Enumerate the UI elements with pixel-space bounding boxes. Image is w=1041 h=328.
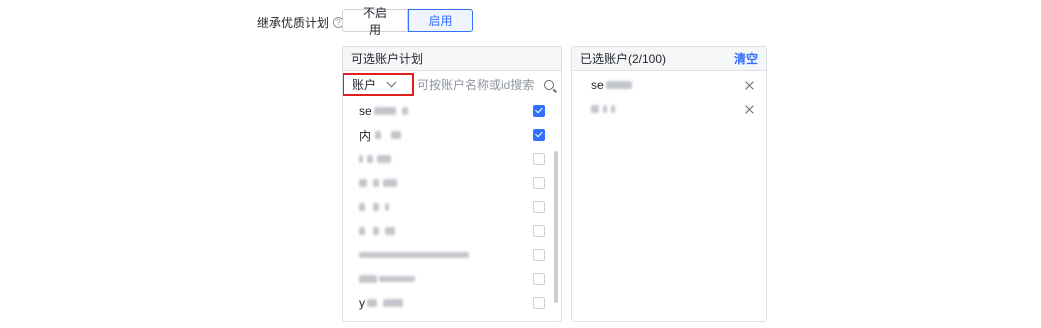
search-input[interactable]: [417, 75, 543, 95]
blurred-text: [401, 107, 408, 115]
item-checkbox[interactable]: [533, 297, 545, 309]
blurred-text: [373, 179, 379, 187]
list-item[interactable]: [343, 267, 561, 291]
clear-button[interactable]: 清空: [734, 50, 758, 67]
item-checkbox[interactable]: [533, 105, 545, 117]
blurred-text: [359, 227, 365, 235]
search-icon[interactable]: [544, 80, 554, 90]
item-checkbox[interactable]: [533, 153, 545, 165]
item-checkbox[interactable]: [533, 177, 545, 189]
list-item[interactable]: [343, 171, 561, 195]
list-item[interactable]: [343, 147, 561, 171]
list-item[interactable]: y: [343, 291, 561, 315]
selected-accounts-panel: 已选账户(2/100) 清空 se: [571, 46, 767, 322]
list-item[interactable]: 内: [343, 123, 561, 147]
item-checkbox[interactable]: [533, 273, 545, 285]
selected-list-item: [572, 97, 766, 121]
close-icon[interactable]: [745, 105, 754, 114]
blurred-text: [605, 81, 632, 89]
list-item[interactable]: se: [343, 99, 561, 123]
field-label: 继承优质计划 ?: [257, 14, 345, 31]
selected-panel-header: 已选账户(2/100) 清空: [572, 47, 766, 71]
blurred-text: [373, 227, 379, 235]
list-item[interactable]: [343, 195, 561, 219]
blurred-text: [375, 131, 382, 139]
selected-panel-title: 已选账户(2/100): [580, 52, 667, 66]
blurred-text: [359, 155, 363, 163]
enable-option-button[interactable]: 启用: [408, 9, 473, 32]
available-panel-header: 可选账户计划: [343, 47, 561, 71]
available-accounts-list: se 内 y: [343, 99, 561, 315]
item-checkbox[interactable]: [533, 225, 545, 237]
item-checkbox[interactable]: [533, 129, 545, 141]
blurred-text: [383, 299, 403, 307]
blurred-text: [385, 203, 389, 211]
list-item[interactable]: [343, 243, 561, 267]
blurred-text: [359, 252, 469, 258]
disable-option-button[interactable]: 不启用: [342, 6, 408, 37]
blurred-text: [379, 276, 415, 282]
blurred-text: [359, 203, 365, 211]
item-checkbox[interactable]: [533, 201, 545, 213]
blurred-text: [367, 155, 373, 163]
item-text: 内: [359, 128, 372, 143]
available-panel-title: 可选账户计划: [351, 52, 424, 66]
blurred-text: [591, 105, 599, 113]
item-text: y: [359, 296, 365, 310]
search-type-value: 账户: [352, 78, 377, 92]
list-scrollbar[interactable]: [554, 151, 558, 303]
selected-list-item: se: [572, 73, 766, 97]
search-row: 账户: [343, 71, 561, 99]
enable-toggle-group: 不启用 启用: [342, 6, 473, 37]
list-item[interactable]: [343, 219, 561, 243]
blurred-text: [377, 155, 391, 163]
blurred-text: [603, 105, 607, 113]
blurred-text: [611, 105, 615, 113]
item-checkbox[interactable]: [533, 249, 545, 261]
blurred-text: [367, 299, 377, 307]
chevron-down-icon: [386, 77, 397, 88]
blurred-text: [373, 107, 396, 115]
field-label-text: 继承优质计划: [257, 16, 330, 30]
blurred-text: [385, 227, 395, 235]
blurred-text: [359, 179, 367, 187]
blurred-text: [383, 179, 397, 187]
blurred-text: [391, 131, 402, 139]
blurred-text: [373, 203, 379, 211]
search-type-select[interactable]: 账户: [343, 73, 414, 96]
item-text: se: [591, 78, 604, 92]
close-icon[interactable]: [745, 81, 754, 90]
item-text: se: [359, 104, 372, 118]
blurred-text: [359, 275, 377, 283]
available-accounts-panel: 可选账户计划 账户 se 内: [342, 46, 562, 322]
